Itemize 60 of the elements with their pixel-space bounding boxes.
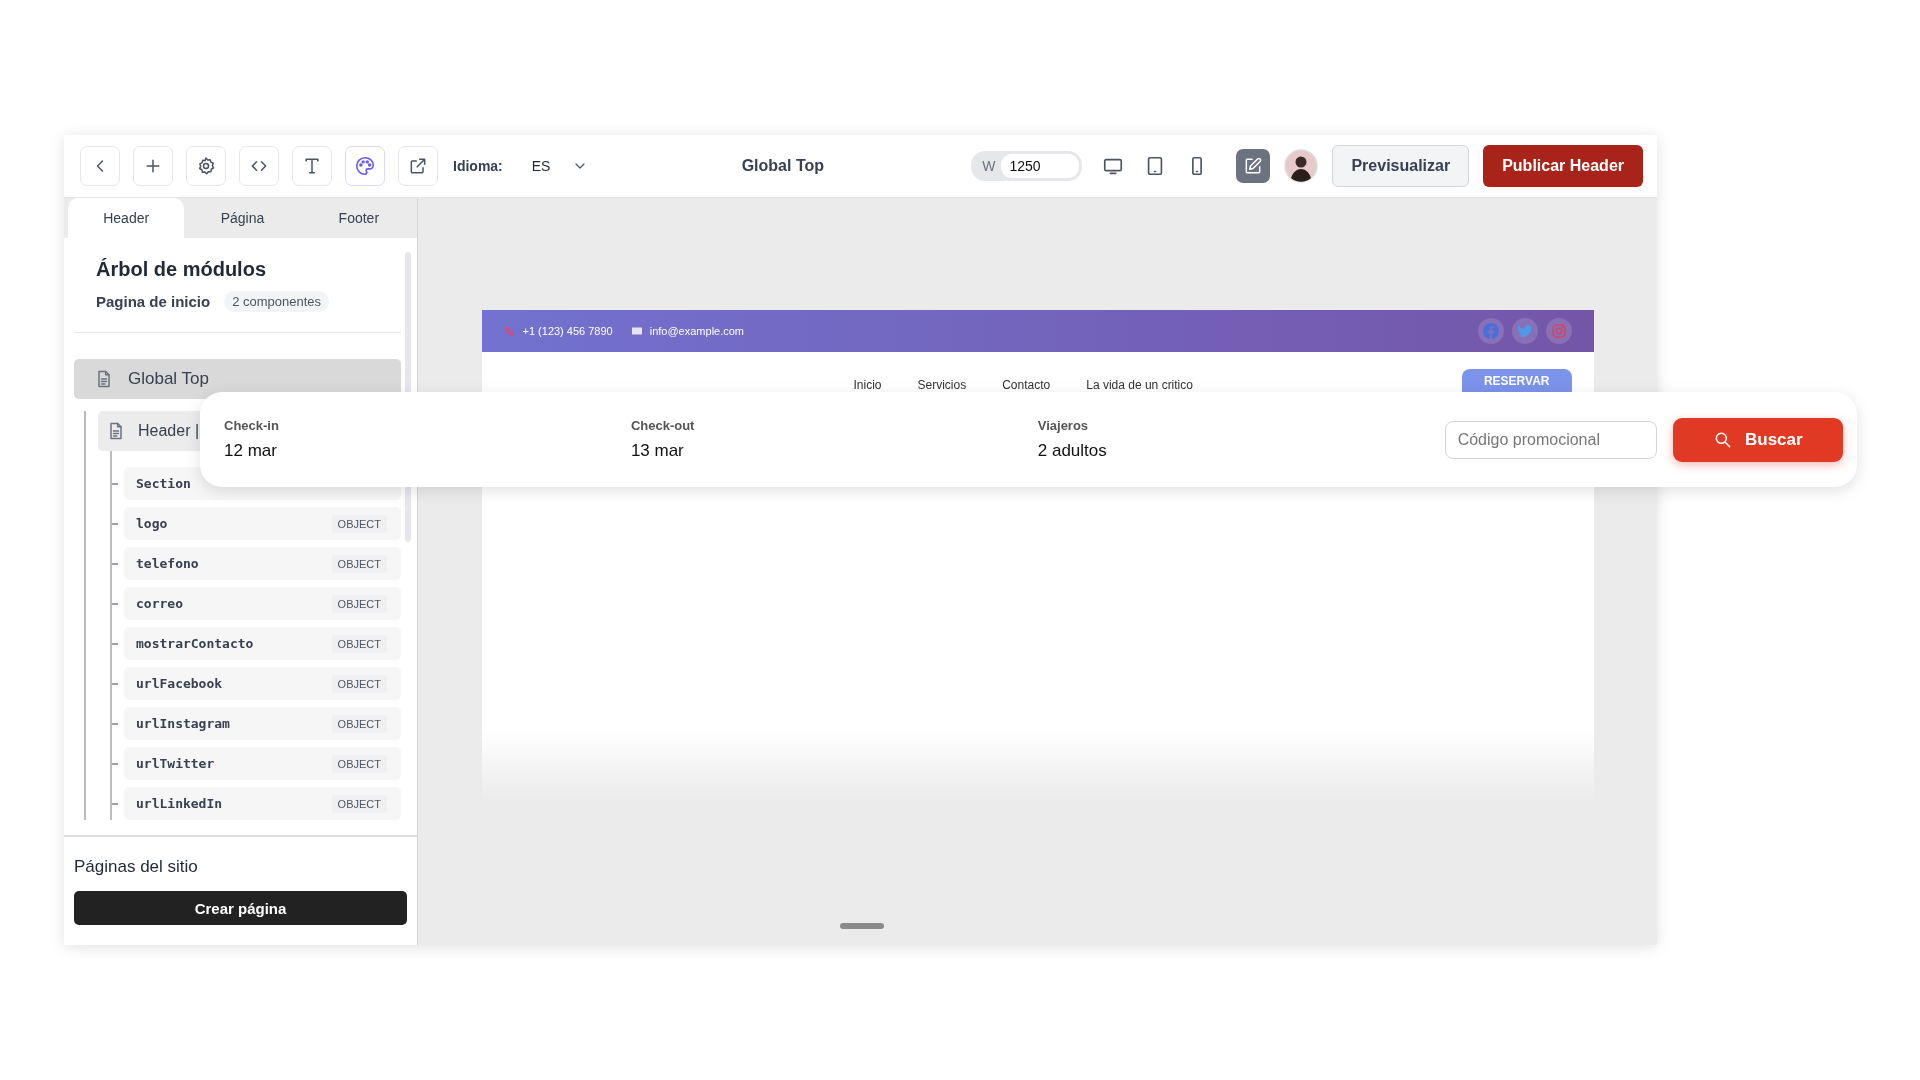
create-page-button[interactable]: Crear página: [74, 891, 407, 925]
nav-link[interactable]: La vida de un critico: [1086, 378, 1193, 392]
tree-item[interactable]: telefono OBJECT: [124, 547, 401, 580]
toolbar-button[interactable]: [133, 146, 173, 186]
field-label: Viajeros: [1037, 418, 1090, 433]
sidebar-tab[interactable]: Página: [184, 198, 301, 238]
search-button[interactable]: Buscar: [1672, 417, 1843, 462]
tree-item[interactable]: urlFacebook OBJECT: [124, 667, 401, 700]
count-badge: 2 componentes: [224, 291, 330, 312]
tree-item[interactable]: logo OBJECT: [124, 507, 401, 540]
type-tag: OBJECT: [331, 634, 387, 653]
field-value[interactable]: 12 mar: [224, 441, 631, 461]
avatar[interactable]: [1284, 149, 1319, 183]
toolbar-button[interactable]: [398, 146, 438, 186]
type-tag: OBJECT: [331, 674, 387, 693]
toolbar-button[interactable]: [239, 146, 279, 186]
type-tag: OBJECT: [331, 754, 387, 773]
text-icon: [302, 156, 322, 176]
toolbar-button[interactable]: [345, 146, 385, 186]
type-tag: OBJECT: [331, 714, 387, 733]
mail-icon: [630, 325, 643, 337]
tree-item[interactable]: urlLinkedIn OBJECT: [124, 787, 401, 820]
external-link-icon: [408, 156, 428, 176]
field-value[interactable]: 2 adultos: [1037, 441, 1445, 461]
width-field[interactable]: W 1250: [971, 151, 1083, 181]
section-title: Páginas del sitio: [74, 857, 199, 877]
tree-item[interactable]: mostrarContacto OBJECT: [124, 627, 401, 660]
type-tag: OBJECT: [331, 554, 387, 573]
field-value[interactable]: 13 mar: [630, 441, 1038, 461]
toolbar-button[interactable]: [186, 146, 226, 186]
type-tag: OBJECT: [331, 594, 387, 613]
preview-button[interactable]: Previsualizar: [1332, 145, 1470, 187]
page-name: Pagina de inicio: [96, 293, 211, 310]
tree-item[interactable]: correo OBJECT: [124, 587, 401, 620]
nav-link[interactable]: Servicios: [917, 378, 967, 392]
phone-number: +1 (123) 456 7890: [522, 325, 613, 337]
tree-item[interactable]: urlInstagram OBJECT: [124, 707, 401, 740]
resize-handle[interactable]: [840, 923, 884, 929]
promo-code-field[interactable]: Código promocional: [1444, 420, 1657, 459]
page-title: Global Top: [740, 157, 825, 175]
field-label: Check-out: [630, 418, 696, 433]
field-label: Check-in: [224, 418, 280, 433]
publish-button[interactable]: Publicar Header: [1483, 145, 1643, 187]
nav-link[interactable]: Inicio: [853, 378, 882, 392]
panel-title: Árbol de módulos: [96, 258, 267, 281]
edit-toggle[interactable]: [1236, 149, 1271, 183]
sidebar-tab[interactable]: Footer: [300, 198, 417, 238]
email-address: info@example.com: [649, 325, 745, 337]
palette-icon: [354, 155, 376, 177]
toolbar-button[interactable]: [292, 146, 332, 186]
nav-link[interactable]: Contacto: [1002, 378, 1051, 392]
tree-item[interactable]: Global Top: [74, 359, 401, 399]
type-tag: OBJECT: [331, 794, 387, 813]
type-tag: OBJECT: [331, 514, 387, 533]
phone-icon: [503, 325, 516, 337]
language-label: Idioma:: [453, 158, 503, 174]
edit-icon: [1243, 156, 1264, 176]
settings-icon: [196, 156, 216, 176]
sidebar-tab[interactable]: Header: [68, 198, 185, 238]
tree-item[interactable]: urlTwitter OBJECT: [124, 747, 401, 780]
